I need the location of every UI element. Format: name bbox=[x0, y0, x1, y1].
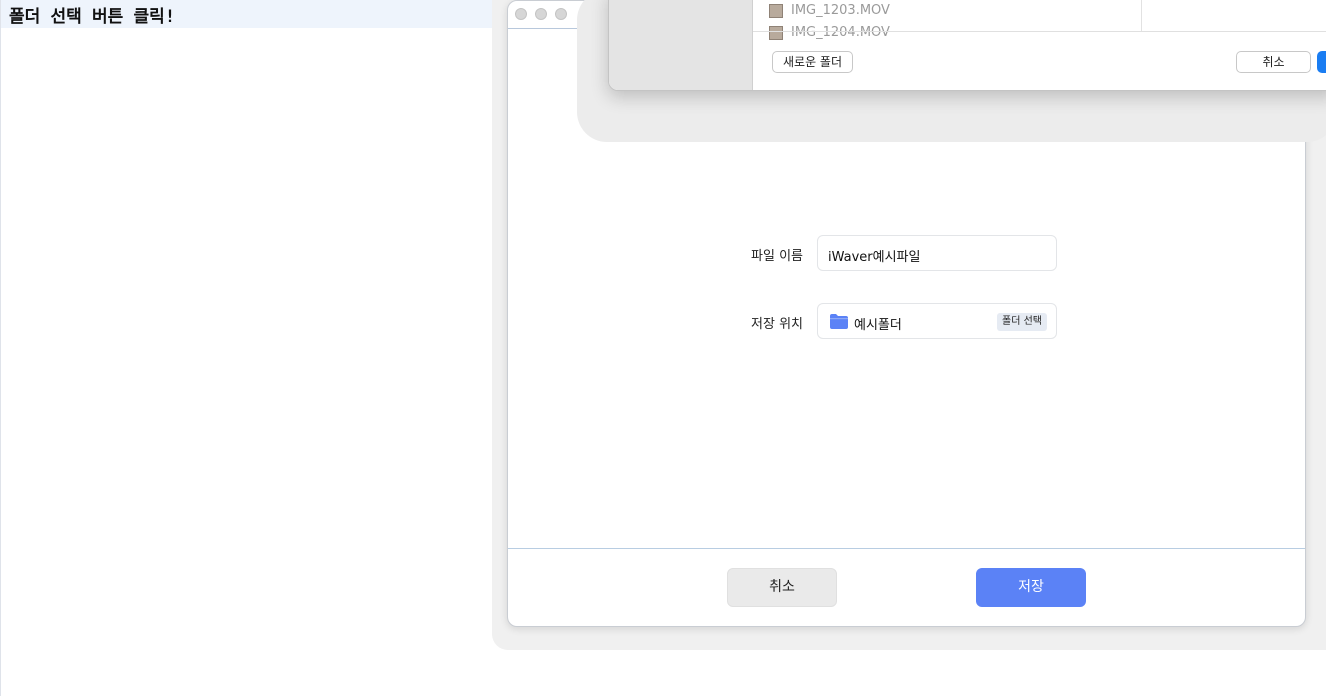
file-name-label: 파일 이름 bbox=[751, 249, 803, 264]
file-picker-sidebar bbox=[609, 0, 753, 90]
new-folder-button[interactable]: 새로운 폴더 bbox=[772, 51, 854, 73]
instruction-text: 폴더 선택 버튼 클릭! bbox=[9, 7, 176, 27]
save-button[interactable]: 저장 bbox=[976, 568, 1086, 607]
footer-divider bbox=[508, 548, 1305, 549]
file-picker-open-button[interactable] bbox=[1317, 51, 1326, 73]
video-file-icon bbox=[769, 4, 783, 18]
file-name: IMG_1204.MOV bbox=[791, 25, 890, 40]
video-file-icon bbox=[769, 26, 783, 40]
column-divider[interactable] bbox=[1141, 0, 1142, 31]
file-name-value: iWaver예시파일 bbox=[828, 250, 921, 265]
file-picker-sheet: IMG_1203.MOV IMG_1204.MOV 새로운 폴더 취소 bbox=[608, 0, 1326, 91]
save-location-row: 저장 위치 예시폴더 폴더 선택 bbox=[508, 303, 1305, 341]
folder-icon bbox=[829, 313, 849, 330]
instruction-banner: 폴더 선택 버튼 클릭! bbox=[1, 0, 561, 28]
file-picker-cancel-button[interactable]: 취소 bbox=[1236, 51, 1311, 73]
choose-folder-button[interactable]: 폴더 선택 bbox=[997, 313, 1047, 331]
close-window-button[interactable] bbox=[515, 8, 527, 20]
save-location-label: 저장 위치 bbox=[751, 317, 803, 332]
file-name-input[interactable]: iWaver예시파일 bbox=[817, 235, 1057, 271]
screen: 폴더 선택 버튼 클릭! 파일 이름 iWaver예시파일 저장 위치 예시폴더… bbox=[0, 0, 1326, 696]
minimize-window-button[interactable] bbox=[535, 8, 547, 20]
file-list: IMG_1203.MOV IMG_1204.MOV bbox=[753, 0, 1326, 40]
file-picker-divider bbox=[753, 31, 1326, 32]
selected-folder-name: 예시폴더 bbox=[854, 318, 902, 333]
cancel-button[interactable]: 취소 bbox=[727, 568, 837, 607]
zoom-window-button[interactable] bbox=[555, 8, 567, 20]
save-location-field: 예시폴더 폴더 선택 bbox=[817, 303, 1057, 339]
file-name-row: 파일 이름 iWaver예시파일 bbox=[508, 235, 1305, 273]
file-name: IMG_1203.MOV bbox=[791, 3, 890, 18]
